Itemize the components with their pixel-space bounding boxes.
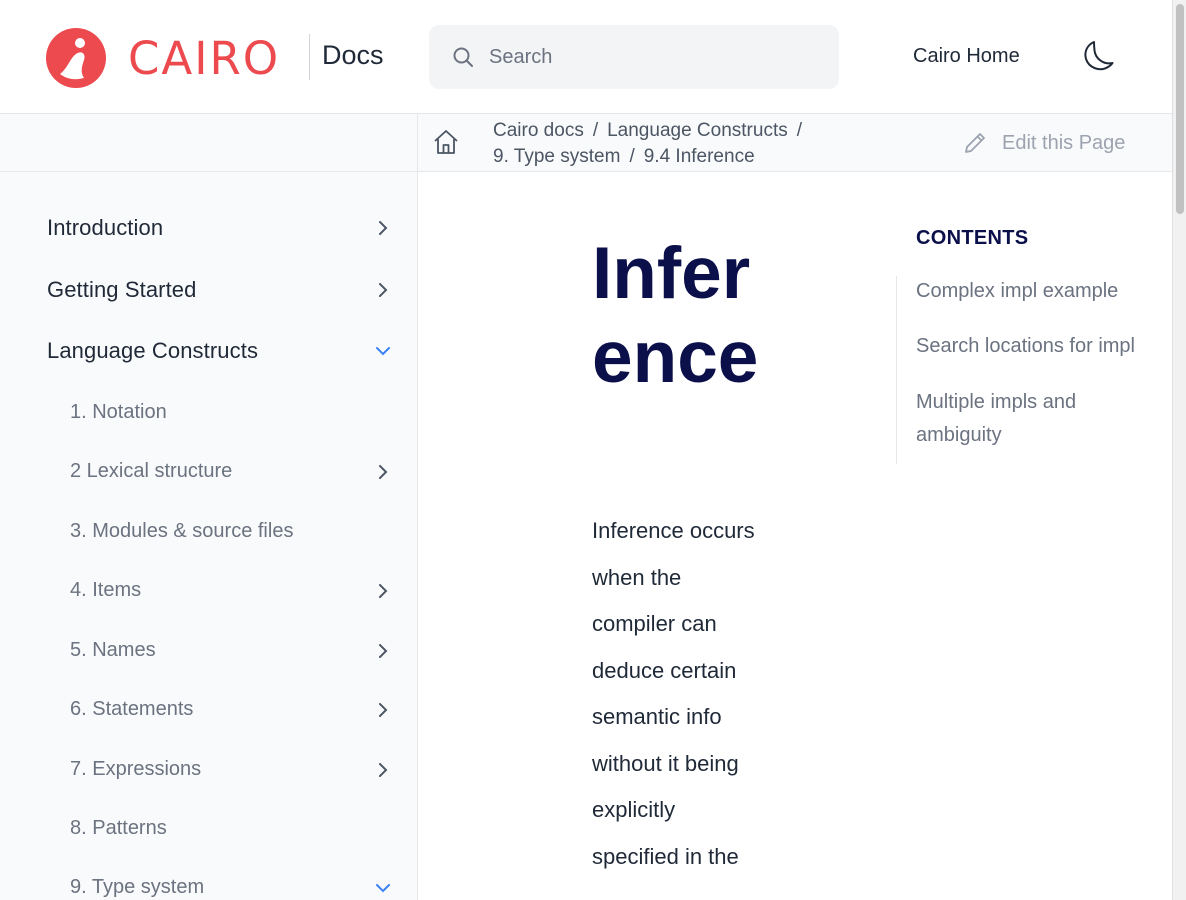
chevron-down-icon: [376, 883, 390, 892]
breadcrumb-bar: Cairo docs / Language Constructs / 9. Type s…: [0, 114, 1172, 172]
breadcrumb-separator: /: [629, 146, 635, 167]
sidebar-item-patterns[interactable]: 8. Patterns: [70, 817, 392, 840]
home-icon[interactable]: [432, 128, 460, 156]
sidebar-item-label: Language Constructs: [47, 338, 259, 363]
sidebar-item-introduction[interactable]: Introduction: [47, 215, 392, 241]
chevron-right-icon: [379, 762, 388, 777]
cairo-logo-icon: [46, 28, 106, 88]
sidebar-nav: Introduction Getting Started Language Co…: [0, 172, 418, 900]
search-icon: [453, 47, 473, 67]
sidebar-item-label: 7. Expressions: [70, 758, 202, 780]
sidebar-item-statements[interactable]: 6. Statements: [70, 698, 392, 721]
sidebar-item-label: 8. Patterns: [70, 817, 167, 839]
intro-paragraph: Inference occurs when the compiler can d…: [592, 518, 755, 869]
sidebar-item-getting-started[interactable]: Getting Started: [47, 277, 392, 303]
breadcrumb-separator: /: [592, 120, 599, 141]
sidebar-item-label: 4. Items: [70, 579, 142, 601]
breadcrumb-item[interactable]: 9. Type system: [493, 146, 620, 167]
sidebar-item-label: 2 Lexical structure: [70, 460, 233, 482]
sidebar-item-label: 9. Type system: [70, 876, 205, 898]
toc-rule: [896, 276, 897, 464]
breadcrumb: Cairo docs / Language Constructs / 9. Type s…: [493, 118, 833, 170]
sidebar-item-language-constructs[interactable]: Language Constructs: [47, 338, 392, 364]
sidebar-item-label: Getting Started: [47, 277, 197, 302]
chevron-right-icon: [379, 702, 388, 717]
edit-page-label: Edit this Page: [1002, 131, 1126, 154]
sidebar-item-label: 1. Notation: [70, 401, 167, 423]
sidebar-item-notation[interactable]: 1. Notation: [70, 401, 392, 424]
scrollbar-thumb[interactable]: [1176, 4, 1184, 214]
cairo-logo[interactable]: CAIRO: [46, 28, 280, 88]
toc-heading: CONTENTS: [916, 227, 1029, 249]
page-scrollbar[interactable]: [1172, 0, 1186, 900]
docs-label[interactable]: Docs: [322, 40, 384, 71]
pencil-icon: [965, 133, 985, 153]
sidebar-item-modules[interactable]: 3. Modules & source files: [70, 520, 392, 543]
sidebar-item-label: 6. Statements: [70, 698, 194, 720]
brand-name: CAIRO: [128, 31, 281, 85]
search-box[interactable]: [429, 25, 839, 89]
search-input[interactable]: [489, 45, 789, 69]
toc-link-complex-impl[interactable]: Complex impl example: [916, 275, 1156, 308]
toc-link-search-locations[interactable]: Search locations for impl: [916, 330, 1156, 363]
chevron-right-icon: [379, 283, 388, 297]
chevron-down-icon: [376, 347, 390, 356]
sidebar-item-type-system[interactable]: 9. Type system: [70, 876, 392, 899]
chevron-right-icon: [379, 464, 388, 479]
sidebar-item-names[interactable]: 5. Names: [70, 639, 392, 662]
chevron-right-icon: [379, 221, 388, 235]
breadcrumb-separator: /: [796, 120, 803, 141]
breadcrumb-item[interactable]: Language Constructs: [607, 120, 788, 141]
sidebar-item-lexical-structure[interactable]: 2 Lexical structure: [70, 460, 392, 483]
sidebar-item-items[interactable]: 4. Items: [70, 579, 392, 602]
chevron-right-icon: [379, 643, 388, 658]
chevron-right-icon: [379, 583, 388, 598]
sidebar-item-label: 3. Modules & source files: [70, 520, 294, 542]
page-title: Inference: [592, 233, 759, 398]
breadcrumb-item[interactable]: Cairo docs: [493, 120, 584, 141]
sidebar-item-label: Introduction: [47, 215, 164, 240]
dark-mode-toggle-icon[interactable]: [1080, 38, 1116, 74]
logo-divider: [309, 34, 310, 80]
sidebar-item-expressions[interactable]: 7. Expressions: [70, 758, 392, 781]
top-header: CAIRO Docs Cairo Home: [0, 0, 1172, 114]
sidebar-item-label: 5. Names: [70, 639, 156, 661]
toc-link-multiple-impls[interactable]: Multiple impls and ambiguity: [916, 386, 1156, 452]
breadcrumb-divider: [417, 114, 418, 172]
cairo-home-link[interactable]: Cairo Home: [913, 45, 1020, 68]
breadcrumb-current: 9.4 Inference: [643, 146, 755, 167]
edit-page-link[interactable]: Edit this Page: [962, 130, 1125, 156]
